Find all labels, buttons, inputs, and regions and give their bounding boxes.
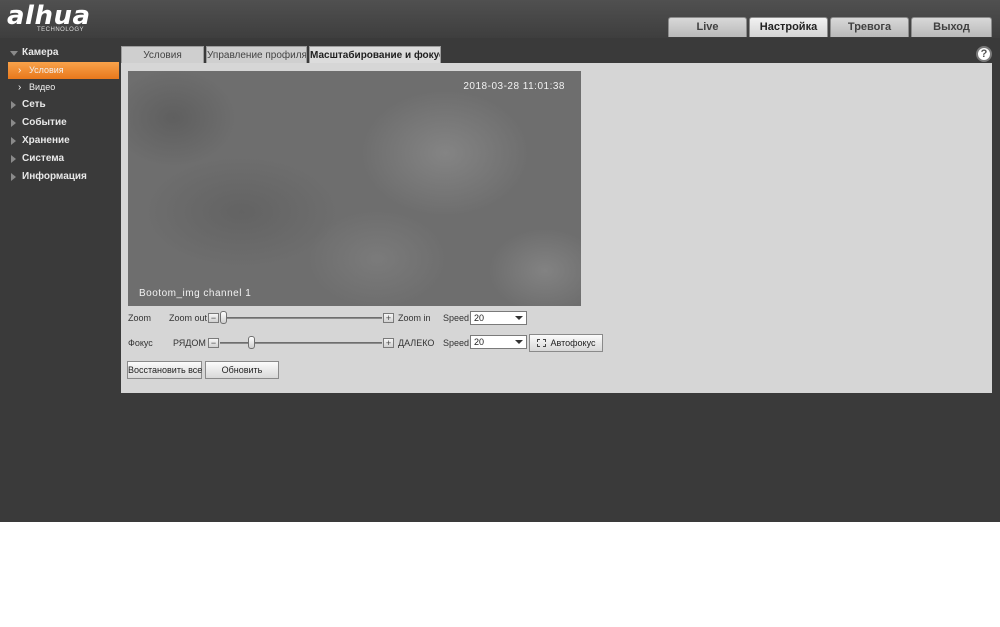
collapsed-triangle-icon <box>11 119 16 127</box>
nav-setup[interactable]: Настройка <box>749 17 828 37</box>
collapsed-triangle-icon <box>11 101 16 109</box>
sidebar-item-label: Система <box>22 153 65 164</box>
zoom-speed-label: Speed <box>443 313 470 323</box>
chevron-down-icon <box>515 340 523 344</box>
sidebar-item-event[interactable]: Событие <box>0 114 120 132</box>
focus-speed-label: Speed <box>443 338 470 348</box>
sidebar-item-label: Событие <box>22 117 67 128</box>
chevron-right-icon: › <box>18 65 22 76</box>
sidebar-item-label: Видео <box>29 82 56 92</box>
zoom-out-label: Zoom out <box>169 313 208 323</box>
collapsed-triangle-icon <box>11 137 16 145</box>
video-channel-label: Bootom_img channel 1 <box>139 288 252 299</box>
focus-near-button[interactable]: − <box>208 338 219 348</box>
help-icon[interactable]: ? <box>976 46 992 62</box>
sidebar-item-label: Хранение <box>22 135 70 146</box>
focus-far-button[interactable]: + <box>383 338 394 348</box>
collapsed-triangle-icon <box>11 155 16 163</box>
zoom-out-button[interactable]: − <box>208 313 219 323</box>
sidebar-item-storage[interactable]: Хранение <box>0 132 120 150</box>
nav-alarm[interactable]: Тревога <box>830 17 909 37</box>
restore-all-button[interactable]: Восстановить все <box>127 361 202 379</box>
collapsed-triangle-icon <box>11 173 16 181</box>
video-timestamp: 2018-03-28 11:01:38 <box>463 81 565 92</box>
zoom-speed-value: 20 <box>474 313 485 323</box>
zoom-slider-track[interactable] <box>220 317 382 319</box>
chevron-right-icon: › <box>18 82 22 93</box>
sidebar-item-label: Условия <box>29 65 64 75</box>
sidebar-item-network[interactable]: Сеть <box>0 96 120 114</box>
focus-slider-track[interactable] <box>220 342 382 344</box>
sidebar-item-information[interactable]: Информация <box>0 168 120 186</box>
autofocus-icon <box>536 339 546 347</box>
app-window: alhua TECHNOLOGY Live Настройка Тревога … <box>0 0 1000 522</box>
sidebar-item-label: Информация <box>22 171 87 182</box>
nav-live[interactable]: Live <box>668 17 747 37</box>
tab-conditions[interactable]: Условия <box>121 46 204 64</box>
nav-logout[interactable]: Выход <box>911 17 992 37</box>
zoom-slider-thumb[interactable] <box>220 311 227 324</box>
tab-zoom-focus[interactable]: Масштабирование и фокус <box>309 46 441 64</box>
focus-speed-value: 20 <box>474 337 485 347</box>
zoom-in-label: Zoom in <box>398 313 431 323</box>
chevron-down-icon <box>515 316 523 320</box>
sidebar: Камера › Условия › Видео Сеть Событие Хр… <box>0 44 120 186</box>
tab-profile-management[interactable]: Управление профиля <box>206 46 307 64</box>
focus-slider-thumb[interactable] <box>247 336 255 349</box>
expanded-triangle-icon <box>10 51 18 56</box>
sidebar-item-camera[interactable]: Камера <box>0 44 120 62</box>
focus-far-label: ДАЛЕКО <box>398 338 435 348</box>
sidebar-item-label: Камера <box>22 47 59 58</box>
focus-near-label: РЯДОМ <box>173 338 206 348</box>
zoom-label: Zoom <box>128 313 152 323</box>
dahua-logo: alhua TECHNOLOGY <box>7 1 117 35</box>
sidebar-item-label: Сеть <box>22 99 46 110</box>
focus-label: Фокус <box>128 338 153 348</box>
zoom-in-button[interactable]: + <box>383 313 394 323</box>
focus-speed-select[interactable]: 20 <box>470 335 527 349</box>
sidebar-item-system[interactable]: Система <box>0 150 120 168</box>
refresh-button[interactable]: Обновить <box>205 361 279 379</box>
video-preview: 2018-03-28 11:01:38 Bootom_img channel 1 <box>128 71 581 306</box>
logo-subtext: TECHNOLOGY <box>37 27 85 33</box>
zoom-speed-select[interactable]: 20 <box>470 311 527 325</box>
sidebar-item-video[interactable]: › Видео <box>8 79 120 96</box>
autofocus-button-label: Автофокус <box>550 338 596 348</box>
autofocus-button[interactable]: Автофокус <box>529 334 603 352</box>
sidebar-item-conditions[interactable]: › Условия <box>8 62 119 79</box>
header-bar: alhua TECHNOLOGY Live Настройка Тревога … <box>0 0 1000 38</box>
